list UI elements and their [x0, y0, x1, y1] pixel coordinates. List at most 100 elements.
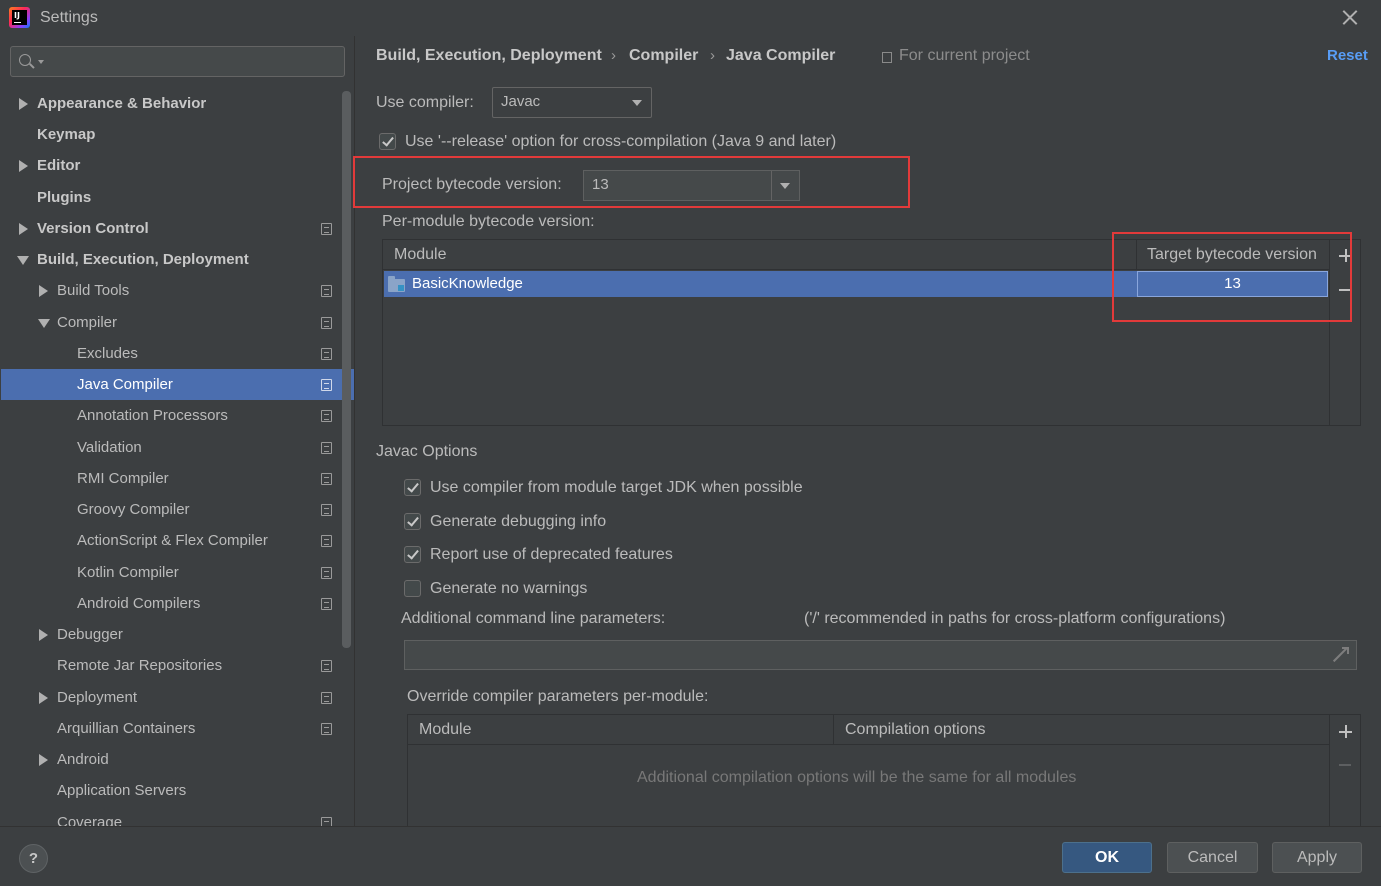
project-bytecode-label: Project bytecode version:	[382, 176, 562, 193]
no-warnings-checkbox[interactable]	[404, 580, 421, 597]
sidebar-item-build-execution-deployment[interactable]: Build, Execution, Deployment	[1, 244, 354, 275]
project-scope-icon	[321, 348, 332, 360]
expand-arrow-icon[interactable]	[39, 692, 48, 704]
remove-icon	[1339, 764, 1351, 766]
sidebar-scrollbar[interactable]	[342, 91, 351, 648]
sidebar-item-label: Appearance & Behavior	[37, 95, 207, 112]
project-scope-icon	[321, 473, 332, 485]
sidebar-item-label: Version Control	[37, 220, 149, 237]
release-option-checkbox[interactable]	[379, 133, 396, 150]
sidebar-item-label: Build Tools	[57, 282, 130, 299]
sidebar-item-excludes[interactable]: Excludes	[1, 338, 354, 369]
expand-arrow-icon[interactable]	[19, 160, 28, 172]
sidebar-item-label: Deployment	[57, 689, 138, 706]
expand-arrow-icon[interactable]	[39, 754, 48, 766]
reset-link[interactable]: Reset	[1327, 47, 1368, 64]
sidebar-item-actionscript-flex-compiler[interactable]: ActionScript & Flex Compiler	[1, 525, 354, 556]
additional-params-label: Additional command line parameters:	[401, 610, 666, 627]
close-icon[interactable]	[1338, 6, 1362, 30]
sidebar-item-label: Debugger	[57, 626, 123, 643]
project-bytecode-value: 13	[592, 176, 609, 193]
chevron-down-icon	[632, 100, 642, 106]
sidebar-item-android-compilers[interactable]: Android Compilers	[1, 588, 354, 619]
table-row[interactable]: BasicKnowledge	[384, 271, 1137, 297]
java-compiler-panel: Build, Execution, Deployment › Compiler …	[353, 36, 1381, 830]
intellij-logo-icon: IJ	[9, 7, 30, 28]
sidebar-item-compiler[interactable]: Compiler	[1, 307, 354, 338]
sidebar-item-label: Arquillian Containers	[57, 720, 196, 737]
sidebar-item-android[interactable]: Android	[1, 744, 354, 775]
search-options-caret-icon[interactable]	[38, 60, 44, 64]
expand-icon[interactable]	[1332, 647, 1349, 663]
debugging-info-checkbox[interactable]	[404, 513, 421, 530]
help-button[interactable]: ?	[19, 844, 48, 873]
sidebar-item-arquillian-containers[interactable]: Arquillian Containers	[1, 713, 354, 744]
javac-options-title: Javac Options	[376, 443, 478, 460]
sidebar-item-label: ActionScript & Flex Compiler	[77, 532, 268, 549]
expand-arrow-icon[interactable]	[39, 629, 48, 641]
compiler-select[interactable]: Javac	[492, 87, 652, 118]
sidebar-item-label: Java Compiler	[77, 376, 173, 393]
empty-table-text: Additional compilation options will be t…	[637, 769, 1077, 786]
column-header-module[interactable]: Module	[394, 246, 446, 264]
sidebar-item-label: Excludes	[77, 345, 138, 362]
breadcrumb-item: Build, Execution, Deployment	[376, 47, 602, 64]
sidebar-item-keymap[interactable]: Keymap	[1, 119, 354, 150]
sidebar-item-application-servers[interactable]: Application Servers	[1, 775, 354, 806]
cancel-button[interactable]: Cancel	[1167, 842, 1258, 873]
project-bytecode-select[interactable]: 13	[583, 170, 800, 201]
column-header-options[interactable]: Compilation options	[845, 721, 986, 739]
project-scope-icon	[321, 598, 332, 610]
collapse-arrow-icon[interactable]	[38, 319, 50, 328]
sidebar-item-validation[interactable]: Validation	[1, 432, 354, 463]
sidebar-item-label: Plugins	[37, 189, 92, 206]
deprecated-features-checkbox[interactable]	[404, 546, 421, 563]
breadcrumb-item: Compiler	[629, 47, 699, 64]
sidebar-item-coverage[interactable]: Coverage	[1, 807, 354, 826]
use-target-jdk-checkbox[interactable]	[404, 479, 421, 496]
sidebar-item-plugins[interactable]: Plugins	[1, 182, 354, 213]
sidebar-item-label: Coverage	[57, 814, 123, 826]
additional-params-input[interactable]	[404, 640, 1357, 670]
project-scope-icon	[321, 285, 332, 297]
sidebar-item-label: Keymap	[37, 126, 96, 143]
sidebar-item-version-control[interactable]: Version Control	[1, 213, 354, 244]
additional-params-hint: ('/' recommended in paths for cross-plat…	[804, 610, 1226, 627]
sidebar-item-label: Android Compilers	[77, 595, 201, 612]
sidebar-item-kotlin-compiler[interactable]: Kotlin Compiler	[1, 557, 354, 588]
scope-label: For current project	[899, 47, 1030, 64]
sidebar-item-build-tools[interactable]: Build Tools	[1, 275, 354, 306]
sidebar-item-remote-jar-repositories[interactable]: Remote Jar Repositories	[1, 650, 354, 681]
add-icon[interactable]	[1339, 725, 1352, 738]
sidebar-item-editor[interactable]: Editor	[1, 150, 354, 181]
project-scope-icon	[882, 52, 892, 63]
expand-arrow-icon[interactable]	[39, 285, 48, 297]
expand-arrow-icon[interactable]	[19, 98, 28, 110]
collapse-arrow-icon[interactable]	[17, 256, 29, 265]
highlight-box	[1112, 232, 1352, 322]
sidebar-item-debugger[interactable]: Debugger	[1, 619, 354, 650]
sidebar-item-deployment[interactable]: Deployment	[1, 682, 354, 713]
sidebar-item-groovy-compiler[interactable]: Groovy Compiler	[1, 494, 354, 525]
sidebar-item-rmi-compiler[interactable]: RMI Compiler	[1, 463, 354, 494]
override-params-table[interactable]: Module Compilation options Additional co…	[407, 714, 1361, 830]
search-input[interactable]	[10, 46, 345, 77]
sidebar-item-appearance-behavior[interactable]: Appearance & Behavior	[1, 88, 354, 119]
sidebar-item-java-compiler[interactable]: Java Compiler	[1, 369, 354, 400]
dialog-footer: ? OK Cancel Apply	[0, 826, 1381, 886]
window-title: Settings	[40, 9, 98, 26]
apply-button[interactable]: Apply	[1272, 842, 1362, 873]
compiler-select-value: Javac	[501, 93, 541, 110]
expand-arrow-icon[interactable]	[19, 223, 28, 235]
project-scope-icon	[321, 817, 332, 826]
ok-button[interactable]: OK	[1062, 842, 1152, 873]
sidebar-item-annotation-processors[interactable]: Annotation Processors	[1, 400, 354, 431]
chevron-down-icon[interactable]	[780, 183, 790, 189]
project-scope-icon	[321, 692, 332, 704]
module-name: BasicKnowledge	[412, 275, 523, 292]
column-header-module[interactable]: Module	[419, 721, 471, 739]
sidebar-item-label: Application Servers	[57, 782, 187, 799]
project-scope-icon	[321, 567, 332, 579]
sidebar-item-label: Build, Execution, Deployment	[37, 251, 249, 268]
project-scope-icon	[321, 223, 332, 235]
